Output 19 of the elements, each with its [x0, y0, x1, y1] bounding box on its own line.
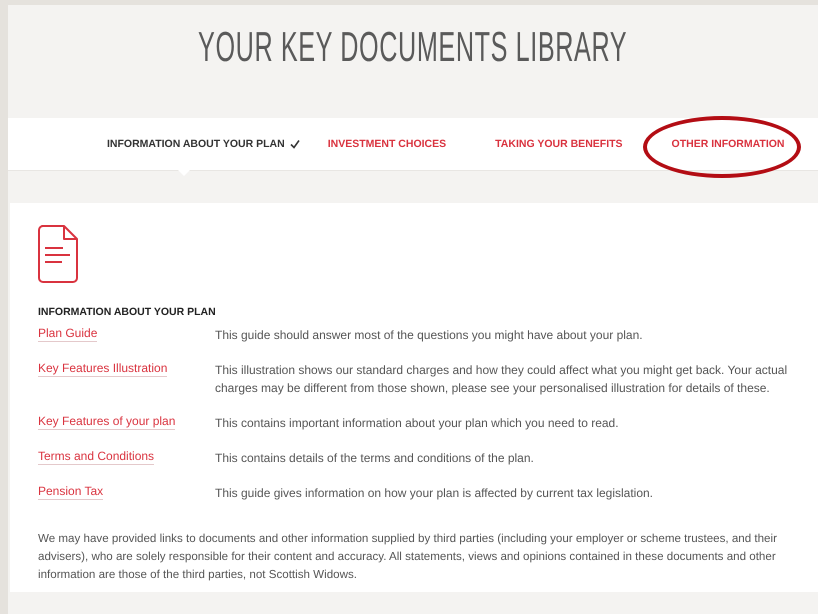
- document-description: This contains important information about your plan which you need to read.: [215, 415, 620, 432]
- nav-tab[interactable]: OTHER INFORMATION: [672, 138, 784, 150]
- document-icon: [38, 225, 78, 283]
- document-link[interactable]: Pension Tax: [38, 484, 104, 500]
- page-title: YOUR KEY DOCUMENTS LIBRARY: [198, 23, 628, 71]
- document-description: This guide gives information on how your plan is affected by current tax legislation.: [215, 485, 654, 502]
- document-link[interactable]: Key Features Illustration: [38, 361, 168, 377]
- document-link[interactable]: Terms and Conditions: [38, 449, 154, 465]
- document-description: This illustration shows our standard charges and how they could affect what you might get back. Your actual charges may be different from those shown, please see your personalised illustration for details of these.: [215, 362, 788, 397]
- section-heading: INFORMATION ABOUT YOUR PLAN: [38, 306, 217, 318]
- check-icon: [290, 139, 300, 149]
- disclaimer-text: We may have provided links to documents and other information supplied by third parties (including your employer or scheme trustees, and their advisers), who are solely responsible for their content and accuracy. All statements, views and opinions contained in these documents and other information are those of the third parties, not Scottish Widows.: [38, 531, 778, 583]
- nav-tab[interactable]: TAKING YOUR BENEFITS: [495, 138, 623, 150]
- nav-tab[interactable]: INVESTMENT CHOICES: [328, 138, 446, 150]
- document-link[interactable]: Key Features of your plan: [38, 414, 176, 430]
- nav-tab[interactable]: INFORMATION ABOUT YOUR PLAN: [107, 138, 300, 150]
- document-description: This guide should answer most of the questions you might have about your plan.: [215, 327, 644, 344]
- document-link[interactable]: Plan Guide: [38, 326, 98, 342]
- document-description: This contains details of the terms and conditions of the plan.: [215, 450, 535, 467]
